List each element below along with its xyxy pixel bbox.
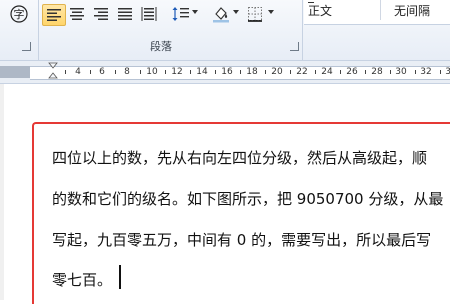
style-normal[interactable]: 正文 (308, 0, 378, 20)
ruler-minor-tick (165, 70, 166, 74)
distribute-button[interactable] (138, 4, 160, 24)
align-right-icon (94, 8, 108, 20)
align-left-button[interactable] (42, 4, 66, 26)
indent-marker-icon[interactable] (48, 62, 58, 80)
line-spacing-dropdown-icon[interactable] (192, 10, 198, 14)
align-right-button[interactable] (90, 4, 112, 24)
ruler-label: 28 (371, 67, 383, 77)
ruler-minor-tick (390, 70, 391, 74)
ribbon-separator (302, 0, 303, 60)
enclose-characters-button[interactable]: 字 (8, 4, 30, 24)
document-text-line[interactable]: 写起，九百零五万，中间有 0 的，需要写出，所以最后写 (52, 229, 431, 250)
text-cursor (119, 265, 121, 289)
align-center-button[interactable] (66, 4, 88, 24)
ruler-minor-tick (415, 70, 416, 74)
font-dialog-launcher[interactable] (22, 42, 31, 51)
shading-dropdown-icon[interactable] (233, 10, 239, 14)
shading-button[interactable] (210, 4, 232, 24)
ruler-label: 30 (395, 67, 407, 77)
document-text-line[interactable]: 零七百。 (52, 269, 112, 290)
paragraph-dialog-launcher[interactable] (290, 42, 299, 51)
style-no-spacing[interactable]: 无间隔 (394, 0, 450, 20)
ruler-minor-tick (290, 70, 291, 74)
ruler-label: 6 (99, 67, 105, 77)
styles-gallery: 正文 无间隔 (304, 0, 450, 25)
ruler-label: 32 (420, 67, 432, 77)
document-text-line[interactable]: 的数和它们的级名。如下图所示，把 9050700 分级，从最 (52, 188, 443, 209)
ruler-label: 34 (445, 67, 450, 77)
align-center-icon (70, 8, 84, 20)
ruler-minor-tick (190, 70, 191, 74)
ruler-minor-tick (115, 70, 116, 74)
line-spacing-button[interactable] (170, 4, 192, 24)
ruler-minor-tick (240, 70, 241, 74)
document-text-line[interactable]: 四位以上的数，先从右向左四位分级，然后从高级起，顺 (52, 147, 427, 168)
ruler-label: 8 (124, 67, 130, 77)
ruler-minor-tick (315, 70, 316, 74)
ruler-label: 16 (221, 67, 233, 77)
svg-text:字: 字 (14, 7, 25, 21)
ruler-minor-tick (365, 70, 366, 74)
align-left-icon (47, 9, 61, 21)
page-edge (0, 84, 4, 300)
border-grid-icon (248, 7, 262, 22)
paint-bucket-icon (213, 7, 229, 23)
ruler-minor-tick (340, 70, 341, 74)
borders-dropdown-icon[interactable] (268, 10, 274, 14)
ruler-minor-tick (215, 70, 216, 74)
justify-button[interactable] (114, 4, 136, 24)
ruler-label: 18 (246, 67, 258, 77)
ruler-label: 4 (75, 67, 81, 77)
ruler-minor-tick (440, 70, 441, 74)
ruler-label: 14 (196, 67, 208, 77)
ribbon-separator (38, 0, 39, 60)
ruler-minor-tick (265, 70, 266, 74)
style-no-spacing-label: 无间隔 (394, 3, 431, 18)
ruler-label: 20 (271, 67, 283, 77)
line-spacing-icon (172, 7, 189, 21)
ruler-minor-tick (65, 70, 66, 74)
ruler-label: 10 (146, 67, 158, 77)
distributed-align-icon (141, 7, 157, 21)
paragraph-group-label: 段落 (150, 41, 172, 53)
ribbon: 字 段落 正文 无间隔 (0, 0, 450, 61)
style-normal-label: 正文 (308, 3, 333, 18)
borders-button[interactable] (244, 4, 266, 24)
ruler-minor-tick (90, 70, 91, 74)
ruler-label: 12 (171, 67, 183, 77)
enclose-characters-icon: 字 (10, 5, 28, 23)
justify-icon (118, 8, 132, 20)
ruler-minor-tick (140, 70, 141, 74)
ruler-label: 26 (346, 67, 358, 77)
ruler-label: 22 (296, 67, 308, 77)
ruler-label: 24 (321, 67, 333, 77)
